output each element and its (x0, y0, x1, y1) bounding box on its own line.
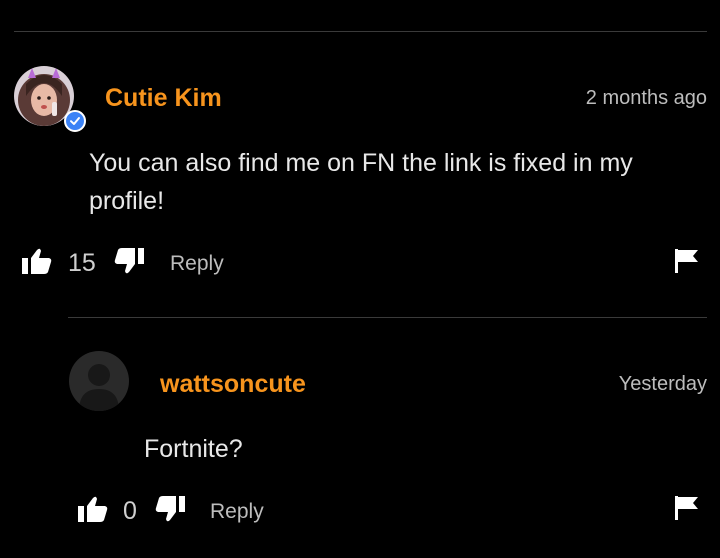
timestamp: 2 months ago (585, 87, 707, 109)
flag-icon[interactable] (675, 496, 699, 520)
username[interactable]: wattsoncute (160, 372, 306, 397)
avatar[interactable] (69, 351, 129, 411)
reply-button[interactable]: Reply (170, 253, 224, 274)
thumbs-down-icon[interactable] (114, 248, 144, 276)
thumbs-up-icon[interactable] (78, 496, 108, 524)
thumbs-up-icon[interactable] (22, 248, 52, 276)
timestamp: Yesterday (618, 373, 707, 395)
comment-text: You can also find me on FN the link is f… (89, 149, 633, 215)
like-count: 0 (123, 497, 137, 525)
thumbs-down-icon[interactable] (155, 496, 185, 524)
comment-text: Fortnite? (144, 435, 243, 463)
top-divider (14, 31, 707, 32)
username[interactable]: Cutie Kim (105, 86, 222, 111)
flag-icon[interactable] (675, 249, 699, 273)
avatar[interactable] (14, 66, 86, 132)
verified-check-icon (64, 110, 86, 132)
default-avatar-icon (69, 351, 129, 411)
reply-button[interactable]: Reply (210, 501, 264, 522)
reply-divider (68, 317, 707, 318)
like-count: 15 (68, 249, 96, 277)
